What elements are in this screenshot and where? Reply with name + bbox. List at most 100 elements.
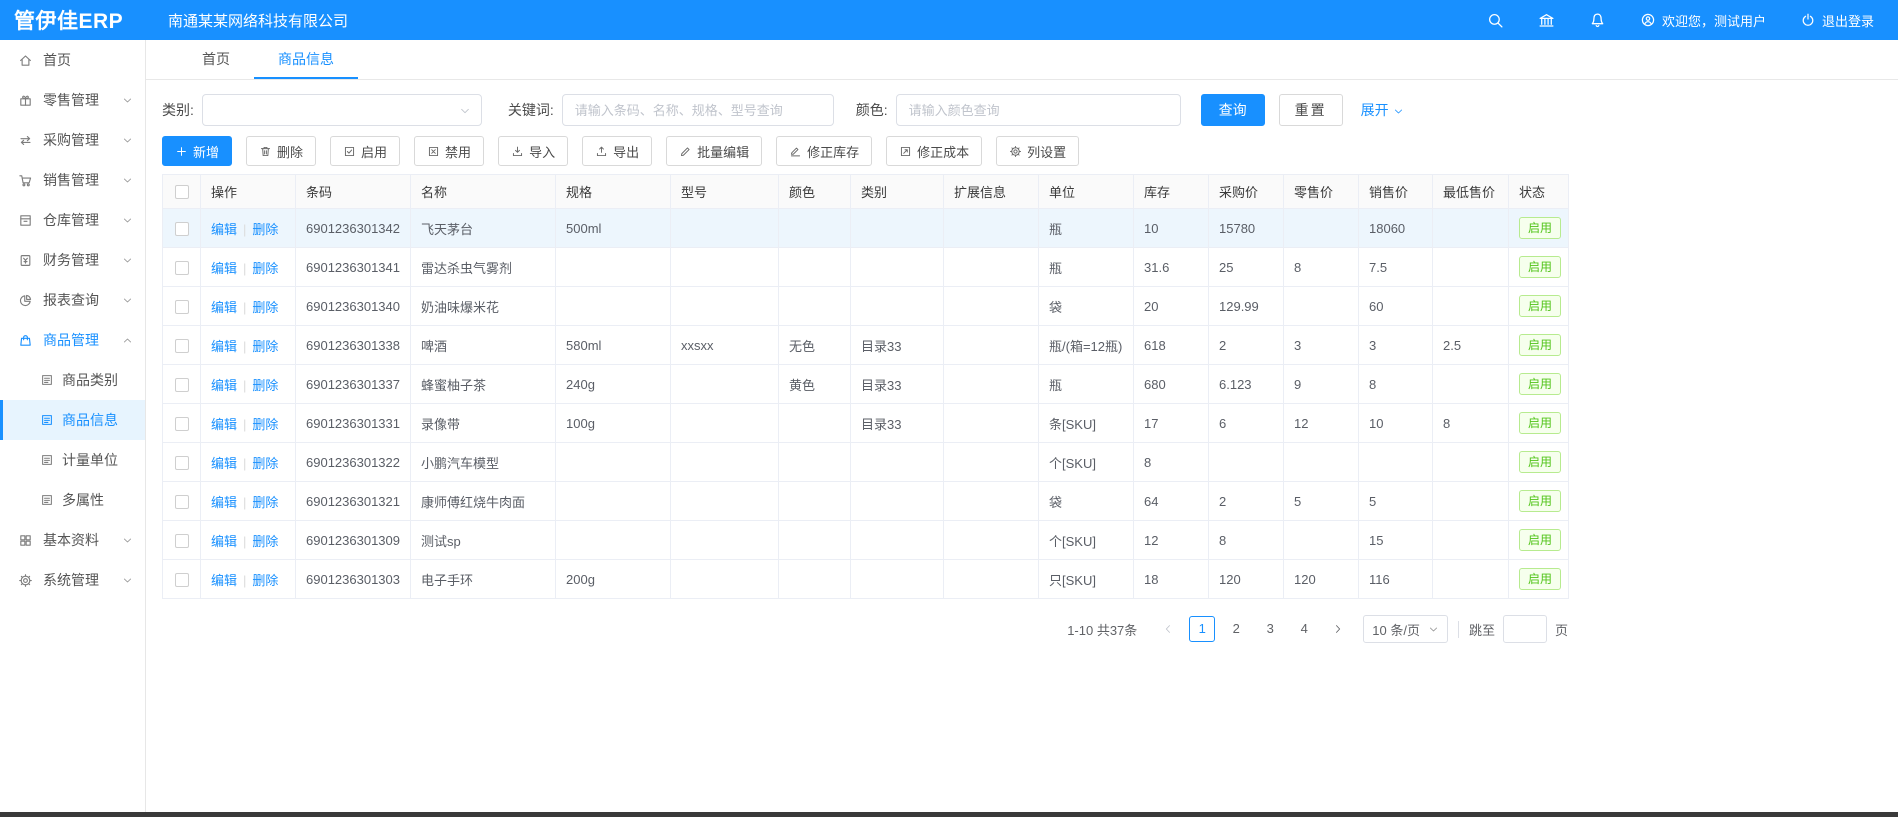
sidebar-item-retail[interactable]: 零售管理 (0, 80, 145, 120)
jump-page-input[interactable] (1503, 615, 1547, 643)
delete-link[interactable]: 删除 (252, 378, 278, 393)
sidebar-subitem-label: 计量单位 (62, 450, 118, 470)
delete-link[interactable]: 删除 (252, 456, 278, 471)
sidebar-subitem-product-info[interactable]: 商品信息 (0, 400, 145, 440)
page-button-1[interactable]: 1 (1189, 616, 1215, 642)
delete-link[interactable]: 删除 (252, 261, 278, 276)
cell-min (1433, 365, 1509, 404)
row-checkbox[interactable] (175, 339, 189, 353)
cell-color (779, 209, 851, 248)
logout-button[interactable]: 退出登录 (1800, 11, 1874, 30)
sidebar-subitem-multi-attribute[interactable]: 多属性 (0, 480, 145, 520)
edit-link[interactable]: 编辑 (211, 300, 237, 315)
status-badge: 启用 (1519, 256, 1561, 278)
cell-stock: 8 (1134, 443, 1209, 482)
cell-op: 编辑|删除 (201, 365, 296, 404)
sidebar-item-product[interactable]: 商品管理 (0, 320, 145, 360)
row-select-cell (163, 326, 201, 365)
export-button[interactable]: 导出 (582, 136, 652, 166)
edit-line-icon (789, 145, 802, 158)
edit-link[interactable]: 编辑 (211, 534, 237, 549)
sidebar-item-home[interactable]: 首页 (0, 40, 145, 80)
export-icon (595, 145, 608, 158)
bank-icon[interactable] (1538, 12, 1555, 29)
fix-cost-button[interactable]: 修正成本 (886, 136, 982, 166)
search-button[interactable]: 查询 (1201, 94, 1265, 126)
adjust-icon (899, 145, 912, 158)
edit-link[interactable]: 编辑 (211, 417, 237, 432)
cell-category: 目录33 (851, 404, 944, 443)
edit-link[interactable]: 编辑 (211, 573, 237, 588)
category-select[interactable] (202, 94, 482, 126)
table-row: 编辑|删除6901236301303电子手环200g只[SKU]18120120… (163, 560, 1569, 599)
taskbar-edge (0, 812, 1898, 817)
color-input[interactable] (896, 94, 1181, 126)
cell-retail: 3 (1284, 326, 1359, 365)
edit-link[interactable]: 编辑 (211, 339, 237, 354)
sidebar-item-finance[interactable]: 财务管理 (0, 240, 145, 280)
row-checkbox[interactable] (175, 456, 189, 470)
row-checkbox[interactable] (175, 261, 189, 275)
page-button-4[interactable]: 4 (1291, 616, 1317, 642)
sidebar-item-purchase[interactable]: 采购管理 (0, 120, 145, 160)
edit-link[interactable]: 编辑 (211, 378, 237, 393)
expand-link[interactable]: 展开 (1361, 100, 1404, 120)
column-settings-button[interactable]: 列设置 (996, 136, 1079, 166)
sidebar-item-basic-data[interactable]: 基本资料 (0, 520, 145, 560)
cell-op: 编辑|删除 (201, 326, 296, 365)
reset-button[interactable]: 重置 (1279, 94, 1343, 126)
tab-product-info[interactable]: 商品信息 (254, 40, 358, 79)
delete-link[interactable]: 删除 (252, 534, 278, 549)
bell-icon[interactable] (1589, 12, 1606, 29)
edit-link[interactable]: 编辑 (211, 456, 237, 471)
enable-button[interactable]: 启用 (330, 136, 400, 166)
delete-link[interactable]: 删除 (252, 300, 278, 315)
page-button-3[interactable]: 3 (1257, 616, 1283, 642)
cell-color (779, 287, 851, 326)
row-checkbox[interactable] (175, 495, 189, 509)
sidebar-subitem-product-category[interactable]: 商品类别 (0, 360, 145, 400)
sidebar: 首页零售管理采购管理销售管理仓库管理财务管理报表查询商品管理商品类别商品信息计量… (0, 40, 146, 812)
edit-link[interactable]: 编辑 (211, 495, 237, 510)
select-all-checkbox[interactable] (175, 185, 189, 199)
delete-link[interactable]: 删除 (252, 495, 278, 510)
sidebar-subitem-measure-unit[interactable]: 计量单位 (0, 440, 145, 480)
delete-button[interactable]: 删除 (246, 136, 316, 166)
chevron-down-icon (122, 255, 133, 266)
prev-page-button[interactable] (1155, 616, 1181, 642)
page-button-2[interactable]: 2 (1223, 616, 1249, 642)
edit-link[interactable]: 编辑 (211, 261, 237, 276)
tab-home[interactable]: 首页 (178, 40, 254, 79)
row-checkbox[interactable] (175, 534, 189, 548)
cell-model (671, 209, 779, 248)
column-header-category: 类别 (851, 175, 944, 209)
delete-link[interactable]: 删除 (252, 573, 278, 588)
row-checkbox[interactable] (175, 222, 189, 236)
cell-barcode: 6901236301303 (296, 560, 411, 599)
import-button[interactable]: 导入 (498, 136, 568, 166)
delete-link[interactable]: 删除 (252, 222, 278, 237)
cell-purchase: 8 (1209, 521, 1284, 560)
welcome-user[interactable]: 欢迎您，测试用户 (1640, 11, 1766, 30)
add-button[interactable]: 新增 (162, 136, 232, 166)
search-icon[interactable] (1487, 12, 1504, 29)
disable-button[interactable]: 禁用 (414, 136, 484, 166)
edit-link[interactable]: 编辑 (211, 222, 237, 237)
batch-edit-button[interactable]: 批量编辑 (666, 136, 762, 166)
row-checkbox[interactable] (175, 378, 189, 392)
delete-link[interactable]: 删除 (252, 417, 278, 432)
next-page-button[interactable] (1325, 616, 1351, 642)
row-checkbox[interactable] (175, 573, 189, 587)
button-label: 启用 (361, 142, 387, 161)
keyword-input[interactable] (562, 94, 834, 126)
fix-stock-button[interactable]: 修正库存 (776, 136, 872, 166)
sidebar-item-sales[interactable]: 销售管理 (0, 160, 145, 200)
delete-link[interactable]: 删除 (252, 339, 278, 354)
cell-spec (556, 287, 671, 326)
sidebar-item-report[interactable]: 报表查询 (0, 280, 145, 320)
sidebar-item-warehouse[interactable]: 仓库管理 (0, 200, 145, 240)
sidebar-item-system[interactable]: 系统管理 (0, 560, 145, 600)
row-checkbox[interactable] (175, 417, 189, 431)
page-size-select[interactable]: 10 条/页 (1363, 615, 1448, 643)
row-checkbox[interactable] (175, 300, 189, 314)
